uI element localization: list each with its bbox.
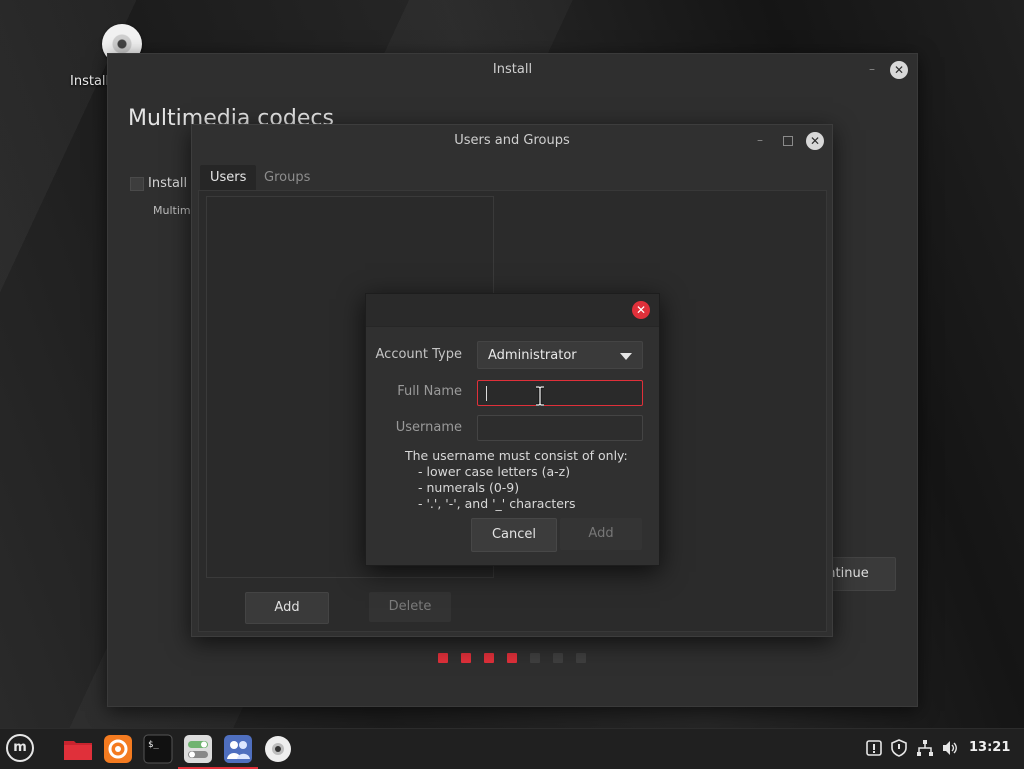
progress-step-dot	[530, 653, 540, 663]
add-user-button[interactable]: Add	[245, 592, 329, 624]
add-button[interactable]: Add	[560, 518, 642, 550]
dialog-header[interactable]: ✕	[366, 294, 659, 327]
account-type-dropdown[interactable]: Administrator	[477, 341, 643, 369]
full-name-field[interactable]	[477, 380, 643, 406]
minimize-icon[interactable]: –	[750, 125, 770, 157]
progress-step-dot	[461, 653, 471, 663]
maximize-icon[interactable]	[783, 136, 793, 146]
network-icon[interactable]	[916, 739, 934, 757]
username-field[interactable]	[477, 415, 643, 441]
username-rules-line: - lower case letters (a-z)	[418, 464, 571, 479]
username-label: Username	[395, 420, 462, 435]
svg-text:$_: $_	[148, 740, 159, 750]
shield-icon[interactable]	[890, 739, 908, 757]
tab-groups[interactable]: Groups	[254, 165, 320, 191]
settings-toggle-icon[interactable]	[178, 733, 218, 769]
username-rules-note: The username must consist of only: - low…	[405, 448, 628, 512]
install-titlebar[interactable]: Install – ✕	[108, 54, 917, 86]
install-window-title: Install	[492, 62, 533, 77]
username-rules-line: - numerals (0-9)	[418, 480, 520, 495]
account-type-label: Account Type	[375, 347, 462, 362]
install-codecs-checkbox[interactable]	[130, 177, 144, 191]
clock[interactable]: 13:21	[969, 740, 1010, 755]
progress-step-dot	[576, 653, 586, 663]
volume-icon[interactable]	[941, 739, 959, 757]
delete-user-button[interactable]: Delete	[369, 592, 451, 622]
users-groups-icon[interactable]	[218, 733, 258, 769]
close-icon[interactable]: ✕	[806, 132, 824, 150]
text-caret	[486, 386, 487, 401]
account-type-value: Administrator	[488, 348, 577, 363]
close-icon[interactable]: ✕	[890, 61, 908, 79]
cancel-button[interactable]: Cancel	[471, 518, 557, 552]
taskbar: m $_ 13:21	[0, 728, 1024, 769]
full-name-label: Full Name	[397, 384, 462, 399]
progress-step-dot	[484, 653, 494, 663]
add-user-dialog: ✕ Account Type Administrator Full Name U…	[365, 293, 660, 566]
progress-step-dot	[438, 653, 448, 663]
progress-step-dot	[553, 653, 563, 663]
close-icon[interactable]: ✕	[632, 301, 650, 319]
users-groups-window-title: Users and Groups	[454, 133, 570, 148]
chevron-down-icon	[620, 353, 632, 360]
username-rules-line: - '.', '-', and '_' characters	[418, 496, 576, 511]
users-groups-titlebar[interactable]: Users and Groups – ✕	[192, 125, 832, 157]
terminal-icon[interactable]: $_	[142, 733, 174, 765]
minimize-icon[interactable]: –	[862, 54, 882, 86]
firefox-icon[interactable]	[102, 733, 134, 765]
ibeam-cursor-icon	[536, 386, 544, 406]
menu-icon[interactable]: m	[6, 734, 34, 762]
update-icon[interactable]	[865, 739, 883, 757]
files-icon[interactable]	[62, 733, 94, 765]
username-rules-line: The username must consist of only:	[405, 448, 628, 463]
desktop-install-label: Install	[70, 74, 110, 89]
progress-step-dot	[507, 653, 517, 663]
tab-users[interactable]: Users	[200, 165, 257, 191]
installer-disc-icon[interactable]	[262, 733, 294, 765]
